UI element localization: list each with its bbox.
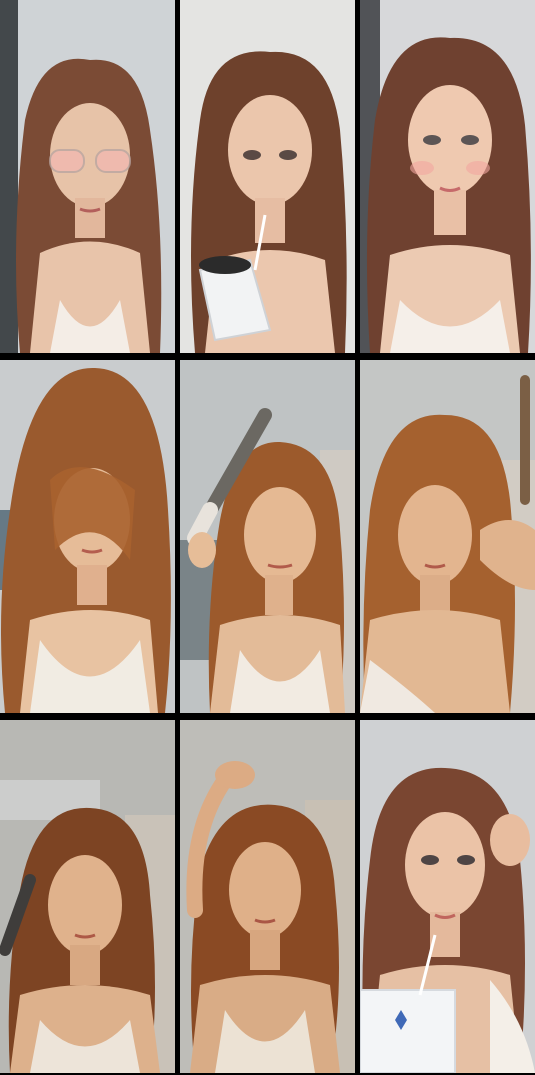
photo-frame-5 bbox=[180, 360, 355, 713]
portrait-illustration bbox=[360, 360, 535, 713]
portrait-illustration bbox=[0, 0, 175, 353]
photo-frame-4 bbox=[0, 360, 175, 713]
photo-frame-1 bbox=[0, 0, 175, 353]
photo-frame-7 bbox=[0, 720, 175, 1073]
photo-frame-8 bbox=[180, 720, 355, 1073]
portrait-illustration bbox=[180, 720, 355, 1073]
portrait-illustration bbox=[180, 360, 355, 713]
portrait-illustration bbox=[180, 0, 355, 353]
photo-frame-2 bbox=[180, 0, 355, 353]
portrait-illustration bbox=[0, 360, 175, 713]
photo-frame-3 bbox=[360, 0, 535, 353]
photo-collage-grid bbox=[0, 0, 535, 1075]
photo-frame-9 bbox=[360, 720, 535, 1073]
portrait-illustration bbox=[0, 720, 175, 1073]
portrait-illustration bbox=[360, 720, 535, 1073]
portrait-illustration bbox=[360, 0, 535, 353]
photo-frame-6 bbox=[360, 360, 535, 713]
